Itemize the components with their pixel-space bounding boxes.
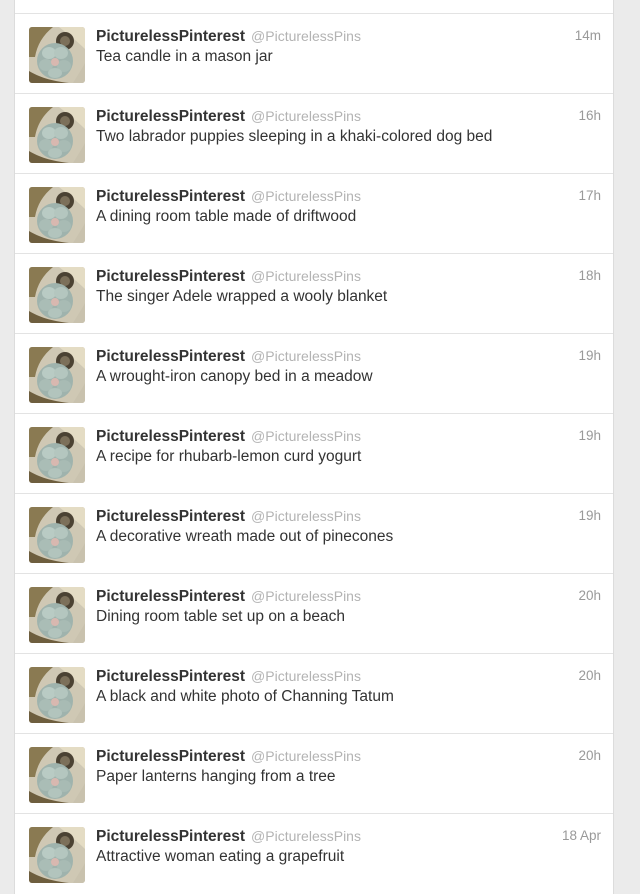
tweet[interactable]: PicturelessPinterest @PicturelessPins 17h…	[15, 173, 613, 253]
avatar[interactable]	[29, 27, 85, 83]
tweet-timestamp[interactable]: 20h	[578, 586, 601, 606]
tweet-header: PicturelessPinterest @PicturelessPins 19h	[96, 506, 601, 526]
tweet-text: A black and white photo of Channing Tatu…	[96, 688, 394, 705]
tweet-fullname[interactable]: PicturelessPinterest	[96, 668, 245, 685]
tweet-text: A dining room table made of driftwood	[96, 208, 357, 225]
tweet-header: PicturelessPinterest @PicturelessPins 20h	[96, 746, 601, 766]
tweet[interactable]: PicturelessPinterest @PicturelessPins 19h…	[15, 413, 613, 493]
tweet-header: PicturelessPinterest @PicturelessPins 17h	[96, 186, 601, 206]
tweet[interactable]: PicturelessPinterest @PicturelessPins 19h…	[15, 333, 613, 413]
tweet-text: Tea candle in a mason jar	[96, 48, 273, 65]
tweet-text: The singer Adele wrapped a wooly blanket	[96, 288, 388, 305]
tweet-timeline: PicturelessPinterest @PicturelessPins 14m…	[14, 0, 614, 894]
tweet[interactable]: PicturelessPinterest @PicturelessPins 20h…	[15, 733, 613, 813]
tweet-timestamp[interactable]: 19h	[578, 506, 601, 526]
tweet-header: PicturelessPinterest @PicturelessPins 19h	[96, 346, 601, 366]
tweet-header: PicturelessPinterest @PicturelessPins 14m	[96, 26, 601, 46]
tweet-timestamp[interactable]: 20h	[578, 666, 601, 686]
tweet-header: PicturelessPinterest @PicturelessPins 18h	[96, 266, 601, 286]
tweet-username[interactable]: @PicturelessPins	[251, 188, 361, 204]
tweet-fullname[interactable]: PicturelessPinterest	[96, 508, 245, 525]
tweet-fullname[interactable]: PicturelessPinterest	[96, 268, 245, 285]
avatar[interactable]	[29, 587, 85, 643]
tweet-timestamp[interactable]: 17h	[578, 186, 601, 206]
avatar[interactable]	[29, 667, 85, 723]
avatar[interactable]	[29, 427, 85, 483]
tweet-username[interactable]: @PicturelessPins	[251, 28, 361, 44]
avatar[interactable]	[29, 347, 85, 403]
tweet[interactable]: PicturelessPinterest @PicturelessPins 16h…	[15, 93, 613, 173]
tweet[interactable]: PicturelessPinterest @PicturelessPins 20h…	[15, 573, 613, 653]
tweet-username[interactable]: @PicturelessPins	[251, 748, 361, 764]
tweet-header: PicturelessPinterest @PicturelessPins 18 …	[96, 826, 601, 846]
tweet-text: A wrought-iron canopy bed in a meadow	[96, 368, 373, 385]
tweet-username[interactable]: @PicturelessPins	[251, 348, 361, 364]
tweet[interactable]: PicturelessPinterest @PicturelessPins 18 …	[15, 813, 613, 893]
tweet-header: PicturelessPinterest @PicturelessPins 20h	[96, 666, 601, 686]
tweet-username[interactable]: @PicturelessPins	[251, 668, 361, 684]
tweet-text: Dining room table set up on a beach	[96, 608, 346, 625]
tweet[interactable]: PicturelessPinterest @PicturelessPins 19h…	[15, 493, 613, 573]
tweet-timestamp[interactable]: 16h	[578, 106, 601, 126]
tweet-text: A decorative wreath made out of pinecone…	[96, 528, 394, 545]
tweet-text: A recipe for rhubarb-lemon curd yogurt	[96, 448, 362, 465]
tweet-username[interactable]: @PicturelessPins	[251, 428, 361, 444]
tweet-fullname[interactable]: PicturelessPinterest	[96, 588, 245, 605]
tweet-username[interactable]: @PicturelessPins	[251, 828, 361, 844]
avatar[interactable]	[29, 107, 85, 163]
tweet-text: Attractive woman eating a grapefruit	[96, 848, 345, 865]
tweet-timestamp[interactable]: 18h	[578, 266, 601, 286]
tweet-text: Two labrador puppies sleeping in a khaki…	[96, 128, 493, 145]
tweet-timestamp[interactable]: 19h	[578, 346, 601, 366]
tweet-text: Paper lanterns hanging from a tree	[96, 768, 336, 785]
tweet-fullname[interactable]: PicturelessPinterest	[96, 428, 245, 445]
tweet-fullname[interactable]: PicturelessPinterest	[96, 108, 245, 125]
tweet-fullname[interactable]: PicturelessPinterest	[96, 28, 245, 45]
avatar[interactable]	[29, 187, 85, 243]
tweet[interactable]: PicturelessPinterest @PicturelessPins 20h…	[15, 653, 613, 733]
tweet[interactable]: PicturelessPinterest @PicturelessPins 14m…	[15, 13, 613, 93]
tweet-username[interactable]: @PicturelessPins	[251, 268, 361, 284]
tweet-fullname[interactable]: PicturelessPinterest	[96, 748, 245, 765]
tweet-username[interactable]: @PicturelessPins	[251, 508, 361, 524]
avatar[interactable]	[29, 267, 85, 323]
tweet-timestamp[interactable]: 19h	[578, 426, 601, 446]
tweet-fullname[interactable]: PicturelessPinterest	[96, 188, 245, 205]
tweet-timestamp[interactable]: 18 Apr	[562, 826, 601, 846]
tweet-timestamp[interactable]: 20h	[578, 746, 601, 766]
tweet-header: PicturelessPinterest @PicturelessPins 19h	[96, 426, 601, 446]
tweet-timestamp[interactable]: 14m	[575, 26, 601, 46]
tweet-fullname[interactable]: PicturelessPinterest	[96, 348, 245, 365]
tweet-header: PicturelessPinterest @PicturelessPins 16h	[96, 106, 601, 126]
avatar[interactable]	[29, 827, 85, 883]
tweet-username[interactable]: @PicturelessPins	[251, 108, 361, 124]
tweet-username[interactable]: @PicturelessPins	[251, 588, 361, 604]
avatar[interactable]	[29, 747, 85, 803]
tweet[interactable]: PicturelessPinterest @PicturelessPins 18h…	[15, 253, 613, 333]
tweet-header: PicturelessPinterest @PicturelessPins 20h	[96, 586, 601, 606]
avatar[interactable]	[29, 507, 85, 563]
tweet-fullname[interactable]: PicturelessPinterest	[96, 828, 245, 845]
